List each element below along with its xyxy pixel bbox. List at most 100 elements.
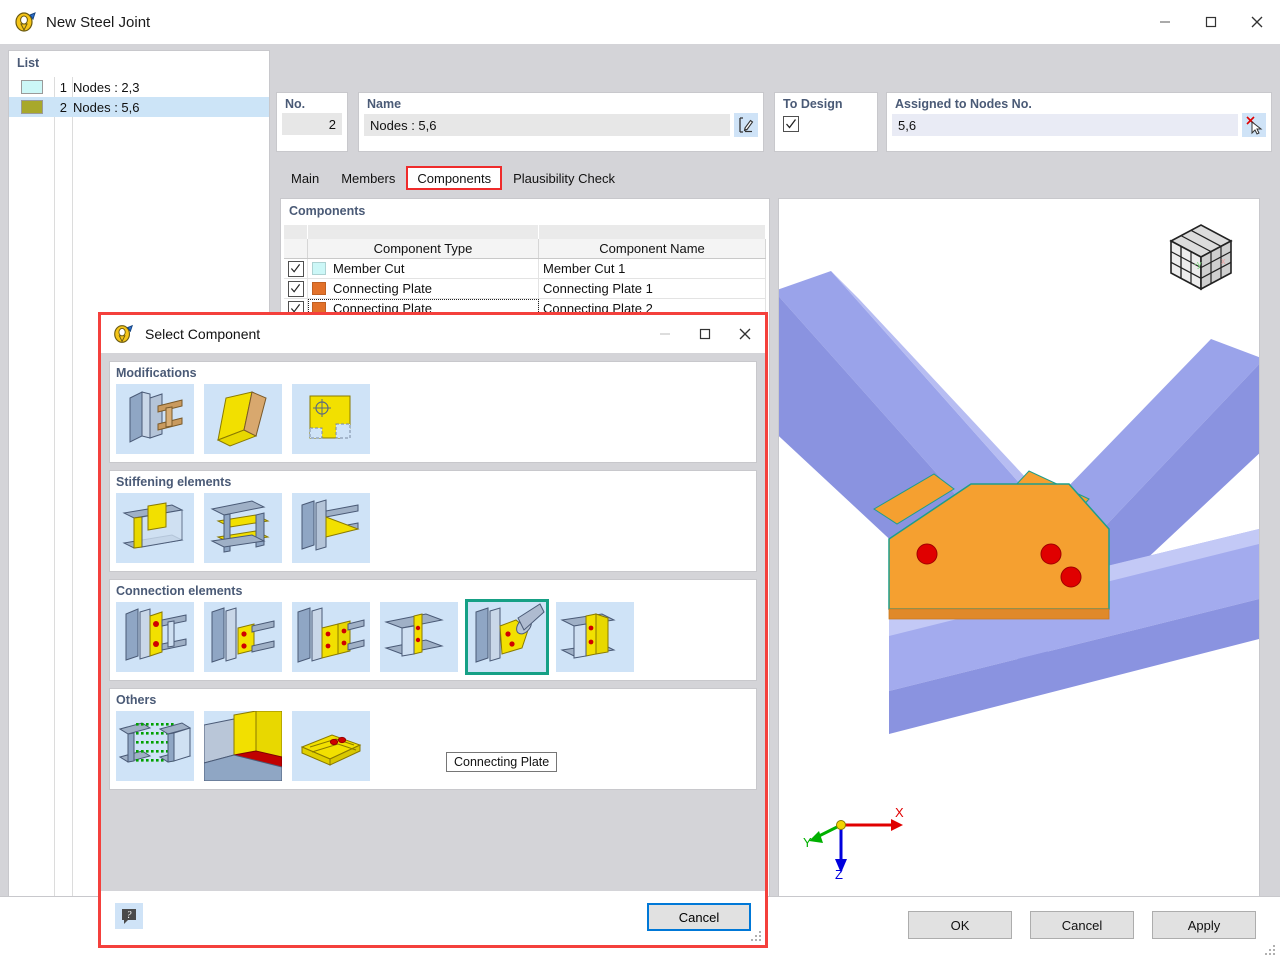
list-item[interactable]: 1 Nodes : 2,3 xyxy=(9,77,269,97)
ok-button[interactable]: OK xyxy=(908,911,1012,939)
dialog-body: Modifications Stiffening elements Connecti… xyxy=(101,353,765,891)
component-thumbnail-row xyxy=(116,711,750,781)
number-input[interactable] xyxy=(282,113,342,135)
component-name-cell[interactable]: Connecting Plate 1 xyxy=(539,279,766,298)
dialog-footer: ? Cancel xyxy=(101,891,765,945)
member-cut-icon[interactable] xyxy=(116,384,194,454)
component-name-cell[interactable]: Member Cut 1 xyxy=(539,259,766,278)
table-column-header[interactable]: Component Name xyxy=(539,239,766,258)
tab-strip[interactable]: Main Members Components Plausibility Check xyxy=(280,166,1272,190)
select-component-dialog: Select Component Modifications Stiffening… xyxy=(98,312,768,948)
maximize-button[interactable] xyxy=(1188,0,1234,44)
footer-buttons[interactable]: OK Cancel Apply xyxy=(908,911,1256,939)
name-input[interactable] xyxy=(364,114,730,136)
list-item-number: 2 xyxy=(59,99,67,115)
dialog-cancel-button[interactable]: Cancel xyxy=(647,903,751,931)
list-item[interactable]: 2 Nodes : 5,6 xyxy=(9,97,269,117)
assigned-nodes-input[interactable] xyxy=(892,114,1239,136)
number-field-group: No. xyxy=(276,92,348,152)
component-group-modifications: Modifications xyxy=(109,361,757,463)
main-resize-grip[interactable] xyxy=(1265,945,1276,956)
tab-main[interactable]: Main xyxy=(280,166,331,190)
to-design-checkbox[interactable] xyxy=(783,116,799,132)
window-title: New Steel Joint xyxy=(46,13,151,31)
component-type-cell[interactable]: Connecting Plate xyxy=(308,279,539,298)
splice-plate-icon[interactable] xyxy=(380,602,458,672)
axis-label-x: X xyxy=(895,805,904,820)
assigned-nodes-label: Assigned to Nodes No. xyxy=(895,97,1032,111)
component-group-stiffening-elements: Stiffening elements xyxy=(109,470,757,572)
minimize-button[interactable] xyxy=(1142,0,1188,44)
axis-triad-icon: X Y Z xyxy=(803,805,904,879)
svg-text:?: ? xyxy=(127,910,132,921)
row-checkbox[interactable] xyxy=(287,280,304,297)
to-design-group: To Design xyxy=(774,92,878,152)
contact-surface-icon[interactable] xyxy=(116,711,194,781)
bolt-grid-icon[interactable] xyxy=(292,711,370,781)
component-type-text: Connecting Plate xyxy=(333,281,433,296)
component-color-swatch xyxy=(312,282,326,295)
dialog-close-button[interactable] xyxy=(725,315,765,353)
row-checkbox[interactable] xyxy=(287,260,304,277)
table-body[interactable]: Member Cut Member Cut 1 Connecting Plate Co… xyxy=(284,259,766,319)
navigation-cube-icon[interactable]: -y x xyxy=(1161,217,1241,297)
angle-cleat-icon[interactable] xyxy=(556,602,634,672)
pick-deselect-icon[interactable] xyxy=(1242,113,1266,137)
assigned-nodes-group: Assigned to Nodes No. xyxy=(886,92,1272,152)
web-stiffener-icon[interactable] xyxy=(116,493,194,563)
table-column-header[interactable]: Component Type xyxy=(308,239,539,258)
tab-members[interactable]: Members xyxy=(330,166,407,190)
edit-pencil-icon[interactable] xyxy=(733,113,758,137)
tab-components[interactable]: Components xyxy=(406,166,503,190)
table-header-row: Component Type Component Name xyxy=(284,239,766,259)
group-title: Stiffening elements xyxy=(116,475,232,489)
help-icon[interactable]: ? xyxy=(115,903,143,929)
table-row[interactable]: Connecting Plate Connecting Plate 1 xyxy=(284,279,766,299)
components-panel-caption: Components xyxy=(289,204,366,218)
end-plate-icon[interactable] xyxy=(116,602,194,672)
weld-seam-icon[interactable] xyxy=(204,711,282,781)
tab-plausibility-check[interactable]: Plausibility Check xyxy=(502,166,626,190)
list-item-color xyxy=(21,100,43,114)
svg-text:-y: -y xyxy=(1194,259,1202,269)
table-column-header[interactable] xyxy=(284,239,308,258)
component-type-text: Member Cut xyxy=(333,261,405,276)
dialog-resize-grip[interactable] xyxy=(751,931,762,942)
group-title: Others xyxy=(116,693,157,707)
window-controls xyxy=(1142,0,1280,44)
component-group-connection-elements: Connection elements xyxy=(109,579,757,681)
plate-opening-icon[interactable] xyxy=(292,384,370,454)
haunch-stiffener-icon[interactable] xyxy=(292,493,370,563)
3d-viewport[interactable]: -y x X Y Z xyxy=(778,198,1260,902)
list-item-label: Nodes : 2,3 xyxy=(73,79,140,95)
dialog-maximize-button[interactable] xyxy=(685,315,725,353)
bend-plate-icon[interactable] xyxy=(204,384,282,454)
connecting-plate-icon[interactable] xyxy=(465,599,549,675)
main-title-bar: New Steel Joint xyxy=(0,0,1280,44)
close-button[interactable] xyxy=(1234,0,1280,44)
row-checkbox-cell[interactable] xyxy=(284,279,308,298)
component-name-text: Member Cut 1 xyxy=(543,261,626,276)
group-title: Connection elements xyxy=(116,584,243,598)
dialog-title-bar: Select Component xyxy=(101,315,765,353)
double-fin-plate-icon[interactable] xyxy=(292,602,370,672)
components-table[interactable]: Component Type Component Name Member Cut M… xyxy=(284,225,766,319)
table-row[interactable]: Member Cut Member Cut 1 xyxy=(284,259,766,279)
list-item-number: 1 xyxy=(59,79,67,95)
component-thumbnail-row xyxy=(116,599,750,675)
component-color-swatch xyxy=(312,262,326,275)
component-type-cell[interactable]: Member Cut xyxy=(308,259,539,278)
dialog-window-controls xyxy=(645,315,765,353)
fin-plate-icon[interactable] xyxy=(204,602,282,672)
component-thumbnail-row xyxy=(116,493,750,563)
component-name-text: Connecting Plate 1 xyxy=(543,281,653,296)
cancel-button[interactable]: Cancel xyxy=(1030,911,1134,939)
apply-button[interactable]: Apply xyxy=(1152,911,1256,939)
row-checkbox-cell[interactable] xyxy=(284,259,308,278)
list-panel-caption: List xyxy=(17,56,40,70)
dialog-minimize-button[interactable] xyxy=(645,315,685,353)
component-tooltip: Connecting Plate xyxy=(446,752,558,772)
axis-label-z: Z xyxy=(835,867,843,879)
number-label: No. xyxy=(285,97,306,111)
flange-stiffener-icon[interactable] xyxy=(204,493,282,563)
